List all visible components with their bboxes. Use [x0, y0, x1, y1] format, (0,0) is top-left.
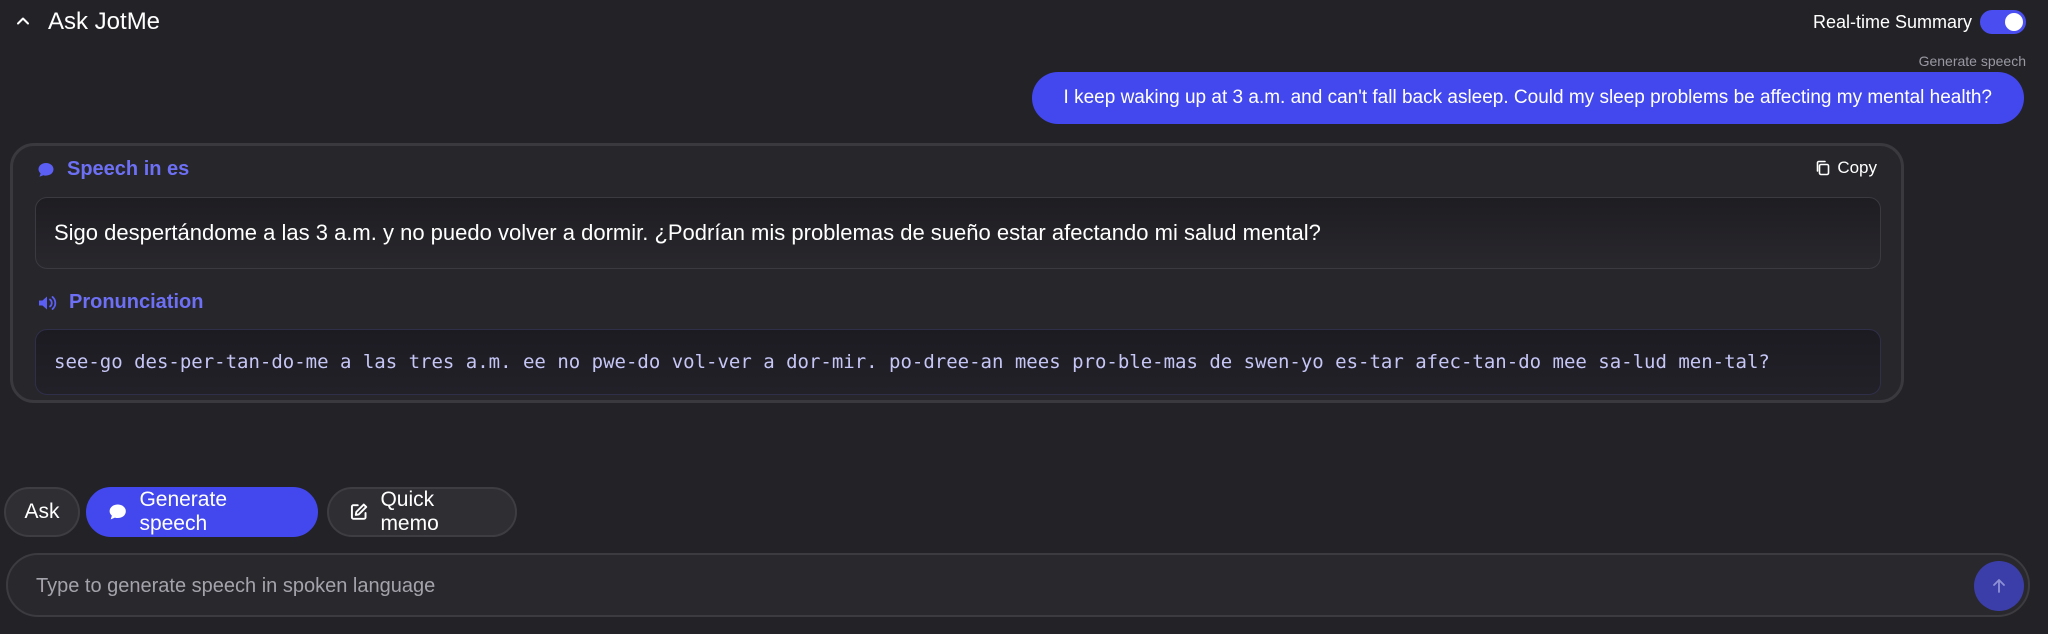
- generate-speech-mode-label: Generate speech: [139, 488, 227, 535]
- user-message-bubble: I keep waking up at 3 a.m. and can't fal…: [1031, 72, 2024, 124]
- message-input-bar: [6, 553, 2030, 617]
- speech-bubble-icon: [38, 162, 54, 177]
- collapse-button[interactable]: [12, 10, 34, 32]
- message-input[interactable]: [34, 555, 1958, 617]
- generate-speech-mode-button[interactable]: Generate speech: [86, 487, 318, 537]
- pronunciation-section-header: Pronunciation: [37, 291, 203, 314]
- pronunciation-text: see-go des-per-tan-do-me a las tres a.m.…: [35, 329, 1881, 395]
- speech-section-title: Speech in es: [67, 158, 190, 180]
- speech-text: Sigo despertándome a las 3 a.m. y no pue…: [35, 197, 1881, 269]
- speech-bubble-icon: [109, 504, 126, 520]
- realtime-summary-label: Real-time Summary: [1812, 12, 1972, 32]
- app-title: Ask JotMe: [48, 8, 161, 35]
- edit-icon: [350, 503, 368, 520]
- speech-result-card: Speech in es Copy Sigo despertándome a l…: [10, 143, 1904, 403]
- copy-icon: [1817, 160, 1830, 176]
- chevron-up-icon: [17, 17, 29, 25]
- quick-memo-mode-button[interactable]: Quick memo: [327, 487, 517, 537]
- copy-label: Copy: [1837, 158, 1877, 177]
- arrow-up-icon: [1993, 579, 2005, 593]
- quick-memo-mode-label: Quick memo: [380, 488, 439, 535]
- realtime-summary-toggle[interactable]: [1980, 10, 2026, 34]
- message-mode-caption: Generate speech: [1918, 53, 2026, 69]
- toggle-knob: [2005, 13, 2023, 31]
- speaker-icon: [39, 295, 57, 310]
- header: Ask JotMe Real-time Summary: [0, 0, 2048, 44]
- pronunciation-section-title: Pronunciation: [69, 291, 204, 313]
- ask-mode-label: Ask: [24, 500, 60, 523]
- send-button[interactable]: [1974, 561, 2024, 611]
- ask-mode-button[interactable]: Ask: [4, 487, 80, 537]
- copy-button[interactable]: Copy: [1815, 158, 1877, 178]
- speech-section-header: Speech in es: [37, 158, 189, 181]
